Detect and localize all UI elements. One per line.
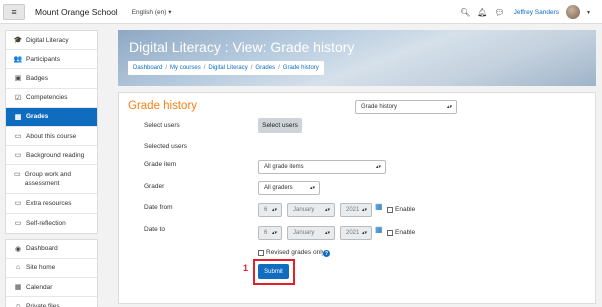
file-icon: ▯	[13, 303, 23, 307]
date-from-enable-checkbox[interactable]	[387, 207, 393, 213]
folder-icon: ▭	[14, 200, 22, 208]
sidebar-item-extra-resources[interactable]: ▭ Extra resources	[6, 194, 97, 214]
sidebar-item-label: Grades	[26, 113, 49, 121]
breadcrumb-link-grade-history[interactable]: Grade history	[283, 65, 319, 71]
users-icon: 👥	[13, 56, 23, 64]
revised-grades-checkbox[interactable]	[258, 250, 264, 256]
breadcrumb-link-my-courses[interactable]: My courses	[170, 65, 201, 71]
help-icon[interactable]: ?	[323, 250, 330, 257]
badge-icon: ▣	[14, 75, 22, 83]
folder-icon: ▭	[14, 152, 22, 160]
calendar-icon: ▦	[14, 284, 22, 292]
folder-icon: ▭	[14, 171, 21, 179]
breadcrumb: Dashboard / My courses / Digital Literacy / Gr…	[128, 61, 324, 75]
site-name[interactable]: Mount Orange School	[35, 7, 118, 17]
grade-item-select[interactable]: All grade items ▴▾	[258, 160, 386, 174]
grader-label: Grader	[144, 183, 165, 190]
sidebar-item-label: Extra resources	[26, 199, 72, 207]
hamburger-icon: ≡	[11, 6, 17, 17]
graduation-cap-icon: 🎓	[13, 37, 23, 45]
page-title: Grade history	[128, 100, 198, 112]
top-navbar: ≡ Mount Orange School English (en) ▾ 🔍︎ …	[0, 0, 602, 24]
select-users-button[interactable]: Select users	[258, 118, 302, 133]
sidebar-item-label: Participants	[26, 55, 60, 63]
sidebar-site-group: ◉ Dashboard ⌂ Site home ▦ Calendar ▯Private fi…	[5, 238, 98, 307]
date-from-enable-label: Enable	[395, 206, 416, 213]
sidebar-item-badges[interactable]: ▣ Badges	[6, 69, 97, 89]
calendar-icon[interactable]: ▦	[375, 225, 383, 234]
sidebar-item-label: Self-reflection	[26, 219, 66, 227]
revised-grades-label: Revised grades only	[266, 249, 325, 256]
date-from-month-select[interactable]: January ▴▾	[287, 203, 335, 217]
sidebar-item-label: Site home	[26, 264, 56, 272]
date-from-year-select[interactable]: 2021 ▴▾	[340, 203, 372, 217]
submit-button[interactable]: Submit	[258, 264, 289, 279]
page-header-title: Digital Literacy : View: Grade history	[129, 39, 355, 55]
date-to-month-select[interactable]: January ▴▾	[287, 226, 335, 240]
sidebar-item-calendar[interactable]: ▦ Calendar	[6, 278, 97, 298]
breadcrumb-separator: /	[250, 65, 253, 71]
sidebar-item-group-work-and-assessment[interactable]: ▭ Group work and assessment	[6, 165, 97, 195]
sidebar-item-dashboard[interactable]: ◉ Dashboard	[6, 240, 97, 259]
date-to-label: Date to	[144, 226, 165, 233]
sidebar-item-label: About this course	[26, 132, 77, 140]
page-header: Digital Literacy : View: Grade history D…	[118, 30, 596, 86]
sidebar-item-about-this-course[interactable]: ▭ About this course	[6, 127, 97, 147]
sidebar-item-label: Background reading	[26, 151, 85, 159]
table-icon: ▦	[14, 113, 22, 121]
search-icon[interactable]: 🔍︎	[460, 8, 470, 17]
sidebar-item-label: Competencies	[26, 94, 68, 102]
dashboard-icon: ◉	[14, 245, 22, 253]
step-number: 1	[243, 263, 249, 273]
select-users-label: Select users	[144, 122, 180, 129]
date-to-year-select[interactable]: 2021 ▴▾	[340, 226, 372, 240]
date-to-enable-checkbox[interactable]	[387, 230, 393, 236]
date-to-enable-label: Enable	[395, 229, 416, 236]
grade-item-label: Grade item	[144, 161, 177, 168]
sidebar-item-label: Dashboard	[26, 245, 58, 253]
folder-icon: ▭	[14, 133, 22, 141]
avatar[interactable]	[565, 5, 580, 19]
navbar-right: 🔍︎ 🔔︎ 💬︎ Jeffrey Sanders ▾	[460, 0, 590, 24]
calendar-icon[interactable]: ▦	[375, 202, 383, 211]
bell-icon[interactable]: 🔔︎	[477, 8, 487, 17]
breadcrumb-separator: /	[203, 65, 206, 71]
sidebar-item-competencies[interactable]: ☑ Competencies	[6, 89, 97, 108]
date-from-label: Date from	[144, 204, 173, 211]
sidebar-item-participants[interactable]: 👥 Participants	[6, 50, 97, 70]
select-caret-icon: ▴▾	[446, 104, 452, 110]
checkbox-icon: ☑	[14, 94, 22, 102]
user-menu-name[interactable]: Jeffrey Sanders	[514, 9, 559, 16]
breadcrumb-separator: /	[165, 65, 168, 71]
sidebar-item-label: Group work and assessment	[24, 171, 71, 188]
sidebar-item-label: Digital Literacy	[26, 36, 69, 44]
main-region: Grade history Grade history ▴▾ Select use…	[118, 92, 596, 304]
breadcrumb-separator: /	[278, 65, 280, 71]
breadcrumb-link-digital-literacy[interactable]: Digital Literacy	[208, 65, 247, 71]
language-menu[interactable]: English (en) ▾	[132, 8, 172, 16]
breadcrumb-link-grades[interactable]: Grades	[255, 65, 275, 71]
breadcrumb-link-dashboard[interactable]: Dashboard	[133, 65, 162, 71]
report-select[interactable]: Grade history ▴▾	[355, 100, 457, 114]
sidebar-item-label: Badges	[26, 74, 49, 82]
sidebar-course-group: 🎓 Digital Literacy 👥 Participants ▣ Badges ☑ Co…	[5, 30, 98, 234]
sidebar-item-label: Private files	[26, 303, 60, 307]
sidebar-item-background-reading[interactable]: ▭ Background reading	[6, 146, 97, 166]
sidebar-item-site-home[interactable]: ⌂ Site home	[6, 259, 97, 279]
selected-users-label: Selected users	[144, 143, 187, 150]
chat-icon[interactable]: 💬︎	[494, 8, 504, 17]
sidebar-item-self-reflection[interactable]: ▭ Self-reflection	[6, 214, 97, 233]
home-icon: ⌂	[15, 264, 21, 272]
date-to-day-select[interactable]: 6 ▴▾	[258, 226, 282, 240]
folder-icon: ▭	[14, 220, 22, 228]
sidebar-item-label: Calendar	[26, 283, 53, 291]
sidebar-item-digital-literacy[interactable]: 🎓 Digital Literacy	[6, 31, 97, 51]
sidebar: 🎓 Digital Literacy 👥 Participants ▣ Badges ☑ Co…	[5, 30, 98, 307]
sidebar-item-private-files[interactable]: ▯Private files	[6, 297, 97, 307]
sidebar-item-grades[interactable]: ▦ Grades	[6, 107, 97, 127]
date-from-day-select[interactable]: 6 ▴▾	[258, 203, 282, 217]
chevron-down-icon[interactable]: ▾	[587, 9, 590, 16]
menu-toggle-button[interactable]: ≡	[3, 3, 25, 20]
grader-select[interactable]: All graders ▴▾	[258, 181, 320, 195]
